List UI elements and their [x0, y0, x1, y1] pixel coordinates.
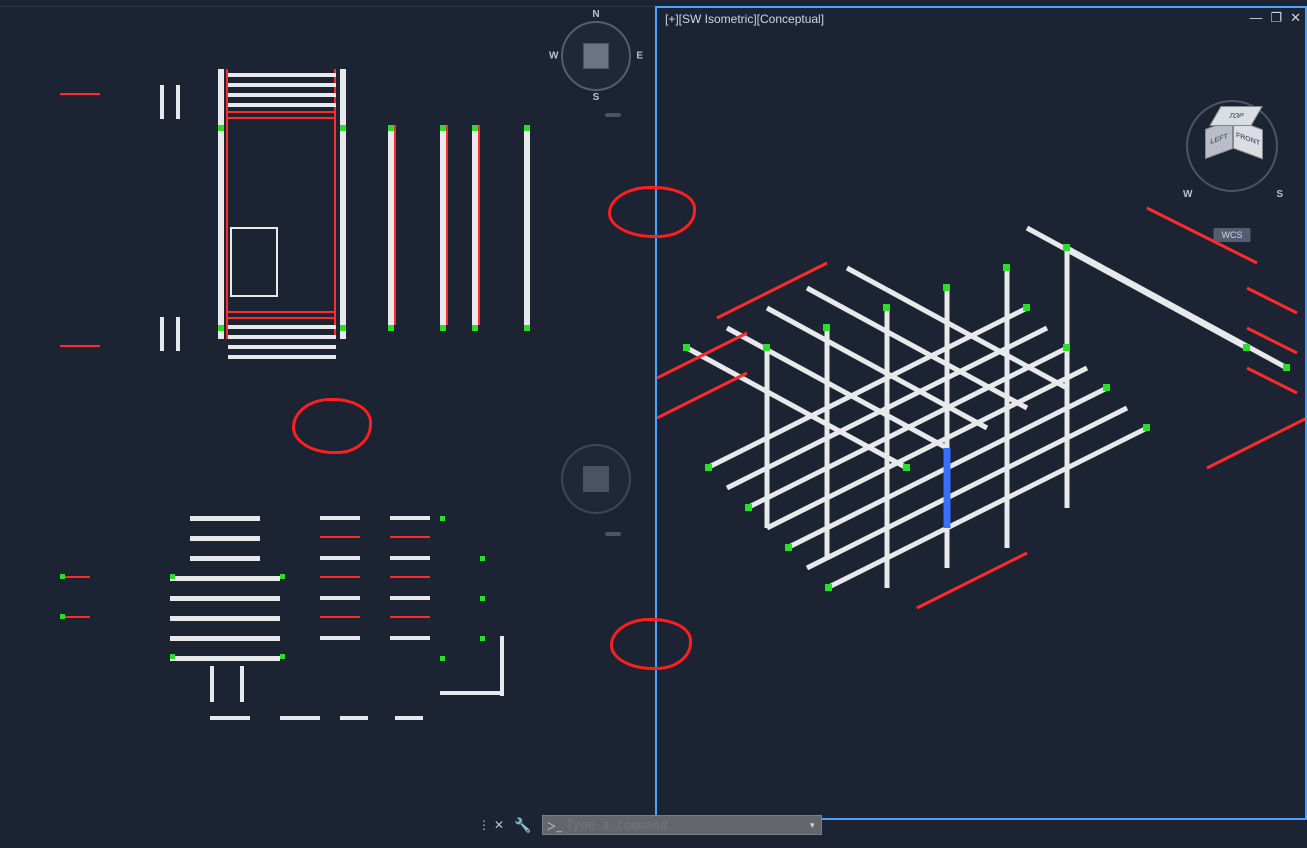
viewport-bottom-plan[interactable] [0, 416, 655, 820]
viewport-top-plan[interactable]: N S E W [0, 6, 655, 416]
nav-compass-top[interactable]: N S E W [561, 21, 631, 91]
drawing-isometric [657, 8, 1305, 818]
command-input-wrap[interactable]: ＞_ ▾ [542, 815, 822, 835]
compass-menu-button-top[interactable] [605, 113, 621, 117]
command-input[interactable] [566, 818, 804, 832]
cad-application-window: N S E W [0, 0, 1307, 848]
drawing-plan-upper [0, 7, 655, 416]
command-prompt-icon: ＞_ [543, 818, 567, 833]
nav-compass-bottom[interactable] [561, 444, 631, 514]
command-line-bar: ⋮ ✕ 🔧 ＞_ ▾ [478, 814, 822, 836]
compass-label-w: W [549, 51, 558, 62]
compass-label-n: N [592, 9, 599, 20]
drawing-plan-lower [0, 416, 655, 820]
compass-label-s: S [593, 92, 600, 103]
command-dock-controls[interactable]: ⋮ ✕ [478, 818, 504, 832]
command-drag-icon[interactable]: ⋮ [478, 818, 490, 832]
customize-icon[interactable]: 🔧 [510, 817, 535, 834]
command-close-icon[interactable]: ✕ [494, 818, 504, 832]
viewport-isometric[interactable]: [+][SW Isometric][Conceptual] — ❐ ✕ LEFT… [655, 6, 1307, 820]
compass-menu-button-bottom[interactable] [605, 532, 621, 536]
command-history-dropdown-icon[interactable]: ▾ [804, 820, 821, 831]
compass-label-e: E [636, 51, 643, 62]
